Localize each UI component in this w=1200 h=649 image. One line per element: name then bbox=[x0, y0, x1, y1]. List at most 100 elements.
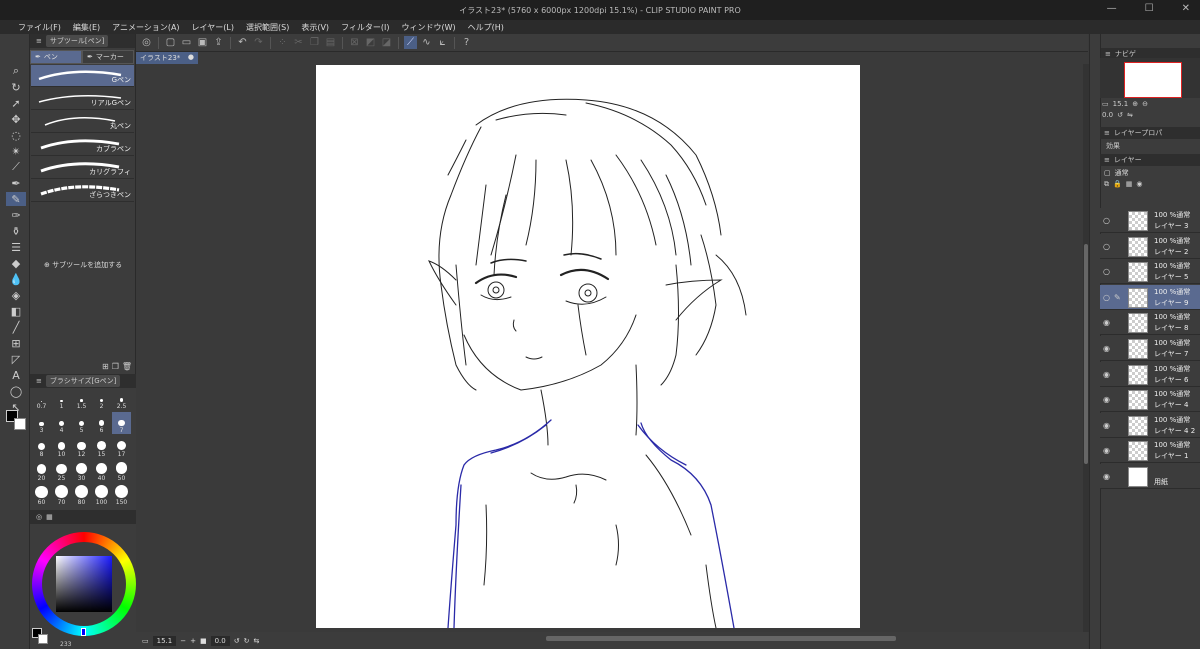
brush-size-cell[interactable]: 4 bbox=[52, 412, 71, 434]
help-icon[interactable]: ? bbox=[460, 36, 473, 49]
clip-icon[interactable]: ⧉ bbox=[1104, 180, 1109, 192]
panel-grip-icon[interactable]: ≡ bbox=[36, 377, 42, 385]
color-wheel-tab-icon[interactable]: ◎ bbox=[36, 513, 42, 521]
panel-grip-icon[interactable]: ≡ bbox=[1104, 129, 1110, 137]
paste-icon[interactable]: ▤ bbox=[324, 36, 337, 49]
fit-icon[interactable]: ■ bbox=[200, 637, 207, 645]
fit-view-icon[interactable]: ▭ bbox=[142, 637, 149, 645]
brush-icon[interactable]: ✑ bbox=[6, 208, 26, 222]
color-set-tab-icon[interactable]: ▦ bbox=[46, 513, 53, 521]
redo-icon[interactable]: ↷ bbox=[252, 36, 265, 49]
document-tab[interactable]: イラスト23* ● bbox=[136, 52, 198, 64]
angle-field[interactable]: 0.0 bbox=[210, 635, 230, 646]
operation-icon[interactable]: ➚ bbox=[6, 96, 26, 110]
pencil-icon[interactable]: ✎ bbox=[6, 192, 26, 206]
zoom-out-icon[interactable]: − bbox=[180, 637, 186, 645]
new-file-icon[interactable]: ▢ bbox=[164, 36, 177, 49]
layer-row[interactable]: ◉ 100 %通常 レイヤー 7 bbox=[1100, 336, 1200, 361]
brush-size-cell[interactable]: 10 bbox=[52, 436, 71, 458]
brush-size-cell[interactable]: 50 bbox=[112, 460, 131, 482]
navigator-angle-value[interactable]: 0.0 bbox=[1102, 111, 1113, 119]
brush-size-cell[interactable]: 8 bbox=[32, 436, 51, 458]
eye-icon[interactable]: ○ bbox=[1103, 242, 1110, 251]
gradient-icon[interactable]: ◧ bbox=[6, 304, 26, 318]
zoom-in-icon[interactable]: + bbox=[190, 637, 196, 645]
copy-icon[interactable]: ❐ bbox=[308, 36, 321, 49]
fill-icon[interactable]: ◪ bbox=[380, 36, 393, 49]
cut-icon[interactable]: ✂ bbox=[292, 36, 305, 49]
brush-size-cell[interactable]: 15 bbox=[92, 436, 111, 458]
panel-grip-icon[interactable]: ≡ bbox=[36, 37, 42, 45]
eye-icon[interactable]: ○ bbox=[1103, 216, 1110, 225]
delete-subtool-icon[interactable]: 🗑 bbox=[122, 362, 132, 371]
eraser-icon[interactable]: ◆ bbox=[6, 256, 26, 270]
brush-calligraphy[interactable]: カリグラフィ bbox=[31, 157, 134, 179]
close-icon[interactable]: ✕ bbox=[1182, 3, 1190, 14]
brush-rough-pen[interactable]: ざらつきペン bbox=[31, 180, 134, 202]
minimize-icon[interactable]: — bbox=[1107, 3, 1117, 14]
layer-row[interactable]: ○ 100 %通常 レイヤー 5 bbox=[1100, 259, 1200, 285]
lock-icon[interactable]: 🔒 bbox=[1113, 180, 1122, 192]
sub-color-chip[interactable] bbox=[38, 634, 48, 644]
zoom-icon[interactable]: ⌕ bbox=[6, 64, 26, 78]
brush-size-cell[interactable]: 17 bbox=[112, 436, 131, 458]
save-icon[interactable]: ▣ bbox=[196, 36, 209, 49]
eye-icon[interactable]: ◉ bbox=[1103, 472, 1110, 481]
zoom-in-icon[interactable]: ⊕ bbox=[1132, 100, 1138, 108]
ruler-icon[interactable]: ◸ bbox=[6, 352, 26, 366]
zoom-slider-icon[interactable]: ▭ bbox=[1102, 100, 1109, 108]
panel-grip-icon[interactable]: ≡ bbox=[1104, 156, 1110, 164]
auto-select-icon[interactable]: ✴ bbox=[6, 144, 26, 158]
add-subtool-button[interactable]: ⊕ サブツールを追加する bbox=[44, 260, 122, 270]
reference-icon[interactable]: ◉ bbox=[1136, 180, 1142, 192]
saturation-value-square[interactable] bbox=[56, 556, 112, 612]
frame-icon[interactable]: ⊞ bbox=[6, 336, 26, 350]
brush-size-cell[interactable]: 3 bbox=[32, 412, 51, 434]
layer-row[interactable]: ◉ 100 %通常 レイヤー 4 bbox=[1100, 387, 1200, 413]
brush-size-cell[interactable]: 1 bbox=[52, 388, 71, 410]
flip-icon[interactable]: ⇆ bbox=[253, 637, 259, 645]
rotate-view-icon[interactable]: ↻ bbox=[6, 80, 26, 94]
fill-bucket-icon[interactable]: ◈ bbox=[6, 288, 26, 302]
layer-row[interactable]: ◉ 100 %通常 レイヤー 1 bbox=[1100, 438, 1200, 464]
brush-size-cell[interactable]: 6 bbox=[92, 412, 111, 434]
layer-row[interactable]: ○ 100 %通常 レイヤー 3 bbox=[1100, 208, 1200, 233]
figure-icon[interactable]: ╱ bbox=[6, 320, 26, 334]
navigator-thumbnail[interactable] bbox=[1124, 62, 1182, 98]
brush-size-cell[interactable]: 60 bbox=[32, 484, 51, 506]
layer-row[interactable]: ◉ 100 %通常 レイヤー 8 bbox=[1100, 310, 1200, 336]
eye-icon[interactable]: ○ bbox=[1103, 293, 1110, 302]
layer-property-tab[interactable]: レイヤープロパ bbox=[1114, 128, 1162, 138]
decoration-icon[interactable]: ☰ bbox=[6, 240, 26, 254]
brush-size-cell[interactable]: 5 bbox=[72, 412, 91, 434]
menu-layer[interactable]: レイヤー(L) bbox=[186, 22, 240, 33]
menu-selection[interactable]: 選択範囲(S) bbox=[240, 22, 295, 33]
blend-icon[interactable]: 💧 bbox=[6, 272, 26, 286]
undo-icon[interactable]: ↶ bbox=[236, 36, 249, 49]
deselect-icon[interactable]: ⊠ bbox=[348, 36, 361, 49]
menu-file[interactable]: ファイル(F) bbox=[12, 22, 67, 33]
text-icon[interactable]: A bbox=[6, 368, 26, 382]
open-file-icon[interactable]: ▭ bbox=[180, 36, 193, 49]
menu-edit[interactable]: 編集(E) bbox=[67, 22, 106, 33]
navigator-preview[interactable] bbox=[1100, 58, 1200, 98]
brush-size-cell[interactable]: 150 bbox=[112, 484, 131, 506]
menu-filter[interactable]: フィルター(I) bbox=[335, 22, 395, 33]
menu-view[interactable]: 表示(V) bbox=[295, 22, 335, 33]
duplicate-subtool-icon[interactable]: ❐ bbox=[112, 362, 119, 371]
brush-size-cell[interactable]: 20 bbox=[32, 460, 51, 482]
brush-size-cell[interactable]: 1.5 bbox=[72, 388, 91, 410]
snap-special-ruler-icon[interactable]: ∿ bbox=[420, 36, 433, 49]
menu-animation[interactable]: アニメーション(A) bbox=[106, 22, 185, 33]
layer-row[interactable]: ◉ 100 %通常 レイヤー 4 2 bbox=[1100, 412, 1200, 438]
brush-real-g-pen[interactable]: リアルGペン bbox=[31, 88, 134, 110]
eye-icon[interactable]: ◉ bbox=[1103, 318, 1110, 327]
zoom-out-icon[interactable]: ⊖ bbox=[1142, 100, 1148, 108]
eyedropper-icon[interactable]: ⟋ bbox=[6, 160, 26, 174]
eye-icon[interactable]: ◉ bbox=[1103, 446, 1110, 455]
move-layer-icon[interactable]: ✥ bbox=[6, 112, 26, 126]
canvas-horizontal-scrollbar[interactable] bbox=[546, 636, 896, 641]
brush-size-tab[interactable]: ブラシサイズ[Gペン] bbox=[45, 375, 121, 387]
layer-row[interactable]: ○ ✎ 100 %通常 レイヤー 9 bbox=[1100, 284, 1200, 310]
new-subtool-icon[interactable]: ⊞ bbox=[102, 362, 109, 371]
